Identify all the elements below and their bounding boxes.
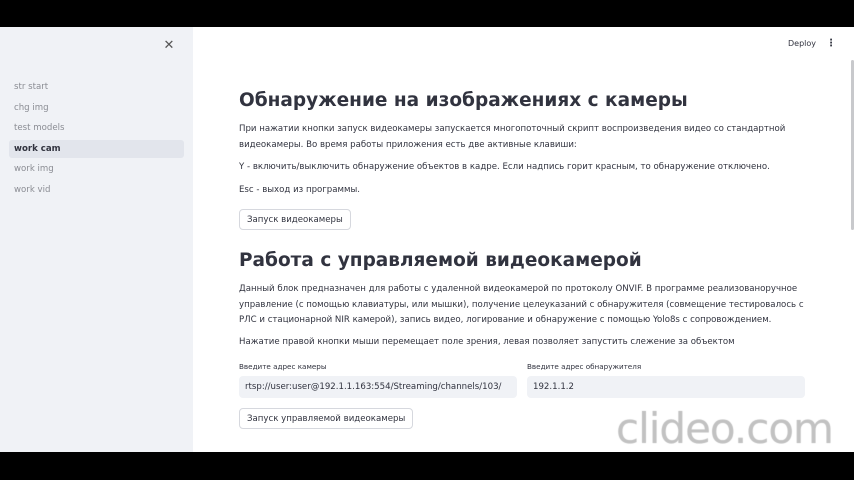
sidebar: ✕ str start chg img test models work cam… xyxy=(0,27,193,452)
sidebar-item-test-models[interactable]: test models xyxy=(9,119,184,137)
detector-address-label: Введите адрес обнаружителя xyxy=(527,362,642,371)
section1-y-key-text: Y - включить/выключить обнаружение объек… xyxy=(239,162,770,172)
camera-address-input[interactable]: rtsp://user:user@192.1.1.163:554/Streami… xyxy=(239,376,517,398)
section1-description: При нажатии кнопки запуск видеокамеры за… xyxy=(239,124,786,150)
sidebar-item-work-img[interactable]: work img xyxy=(9,160,184,178)
section2-title: Работа с управляемой видеокамерой xyxy=(239,250,642,271)
page-title: Обнаружение на изображениях с камеры xyxy=(239,90,688,111)
deploy-button[interactable]: Deploy xyxy=(788,39,816,48)
section1-esc-key-text: Esc - выход из программы. xyxy=(239,185,361,195)
close-icon[interactable]: ✕ xyxy=(162,39,176,53)
sidebar-nav: str start chg img test models work cam w… xyxy=(9,78,184,202)
sidebar-item-work-cam[interactable]: work cam xyxy=(9,139,184,158)
sidebar-item-str-start[interactable]: str start xyxy=(9,78,184,96)
section2-description: Данный блок предназначен для работы с уд… xyxy=(239,284,804,325)
detector-address-input[interactable]: 192.1.1.2 xyxy=(527,376,805,398)
start-camera-button[interactable]: Запуск видеокамеры xyxy=(239,209,351,230)
camera-address-label: Введите адрес камеры xyxy=(239,362,327,371)
watermark-logo: clideo.com xyxy=(616,404,834,453)
more-vertical-icon[interactable]: ⋮ xyxy=(826,38,836,49)
start-controlled-camera-button[interactable]: Запуск управляемой видеокамеры xyxy=(239,408,414,429)
section2-mouse-text: Нажатие правой кнопки мыши перемещает по… xyxy=(239,337,735,347)
app-window: ✕ str start chg img test models work cam… xyxy=(0,27,854,452)
top-bar: Deploy ⋮ xyxy=(193,27,854,63)
sidebar-item-work-vid[interactable]: work vid xyxy=(9,181,184,199)
sidebar-item-chg-img[interactable]: chg img xyxy=(9,99,184,117)
